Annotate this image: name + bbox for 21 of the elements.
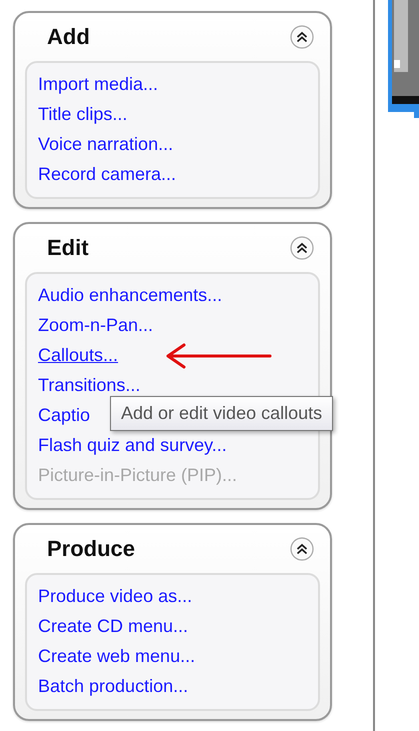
tooltip: Add or edit video callouts	[110, 396, 334, 431]
task-link[interactable]: Zoom-n-Pan...	[38, 310, 154, 340]
task-link[interactable]: Create web menu...	[38, 641, 196, 671]
task-link[interactable]: Title clips...	[38, 99, 128, 129]
task-link[interactable]: Produce video as...	[38, 581, 192, 611]
task-link[interactable]: Audio enhancements...	[38, 280, 222, 310]
collapse-icon[interactable]	[290, 236, 314, 260]
task-link[interactable]: Captio	[38, 400, 90, 430]
collapse-icon[interactable]	[290, 25, 314, 49]
collapse-icon[interactable]	[290, 537, 314, 561]
task-link[interactable]: Import media...	[38, 69, 158, 99]
panel-title: Produce	[47, 536, 136, 562]
task-link[interactable]: Flash quiz and survey...	[38, 430, 227, 460]
task-link[interactable]: Voice narration...	[38, 129, 174, 159]
panel-title: Add	[47, 24, 90, 50]
task-link[interactable]: Batch production...	[38, 671, 188, 701]
task-link[interactable]: Create CD menu...	[38, 611, 188, 641]
panel-title: Edit	[47, 235, 89, 261]
task-link[interactable]: Callouts...	[38, 340, 118, 370]
arrow-icon	[164, 341, 272, 371]
task-link[interactable]: Record camera...	[38, 159, 176, 189]
